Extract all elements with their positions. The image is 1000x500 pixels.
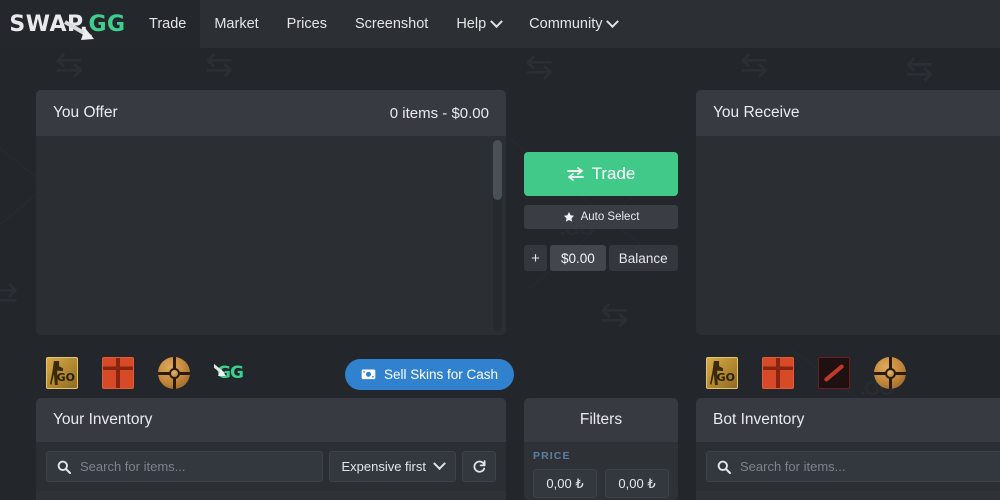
sell-skins-for-cash-button[interactable]: Sell Skins for Cash bbox=[345, 359, 515, 390]
nav-label: Market bbox=[214, 16, 259, 32]
nav-item-community[interactable]: Community bbox=[515, 0, 631, 48]
bot-inventory-items-strip[interactable] bbox=[696, 491, 1000, 500]
you-offer-panel: You Offer 0 items - $0.00 bbox=[36, 90, 506, 335]
chevron-down-icon bbox=[433, 457, 446, 471]
trade-button[interactable]: Trade bbox=[524, 152, 678, 196]
nav-label: Community bbox=[529, 16, 603, 32]
trade-action-column: Trade Auto Select + $0.00 Balance bbox=[524, 152, 678, 271]
nav-item-market[interactable]: Market bbox=[200, 0, 272, 48]
trade-button-label: Trade bbox=[591, 164, 636, 183]
balance-label[interactable]: Balance bbox=[608, 245, 678, 271]
money-icon bbox=[361, 369, 376, 380]
watermark-arrow-icon: ⇆ bbox=[55, 48, 84, 85]
your-inventory-panel: Your Inventory Expensive first bbox=[36, 398, 506, 500]
sort-value: Expensive first bbox=[341, 459, 426, 474]
bot-inventory-header: Bot Inventory bbox=[696, 398, 1000, 442]
ball-center-icon bbox=[884, 367, 896, 379]
balance-amount[interactable]: $0.00 bbox=[550, 245, 606, 271]
ball-center-icon bbox=[168, 367, 180, 379]
add-balance-button[interactable]: + bbox=[524, 245, 547, 271]
watermark-arrow-icon: ⇆ bbox=[905, 49, 934, 89]
magic-wand-icon bbox=[563, 212, 574, 222]
nav-label: Trade bbox=[149, 16, 187, 32]
you-receive-title: You Receive bbox=[713, 104, 800, 121]
your-inventory-title: Your Inventory bbox=[53, 411, 153, 428]
bot-inventory-title: Bot Inventory bbox=[713, 411, 805, 428]
search-icon bbox=[717, 460, 731, 474]
you-offer-items-area[interactable] bbox=[36, 136, 506, 335]
your-inventory-items-strip[interactable] bbox=[36, 491, 506, 500]
nav-label: Help bbox=[456, 16, 487, 32]
you-offer-header: You Offer 0 items - $0.00 bbox=[36, 90, 506, 136]
you-receive-items-area[interactable] bbox=[696, 136, 1000, 335]
your-inventory-toolbar: Expensive first bbox=[36, 442, 506, 491]
search-icon bbox=[57, 460, 71, 474]
bot-inventory-search-input[interactable] bbox=[740, 459, 1000, 474]
auto-select-button[interactable]: Auto Select bbox=[524, 205, 678, 229]
nav-item-prices[interactable]: Prices bbox=[273, 0, 341, 48]
filters-panel: Filters PRICE 0,00 ₺ 0,00 ₺ bbox=[524, 398, 678, 500]
nav-items: Trade Market Prices Screenshot Help Comm… bbox=[135, 0, 631, 48]
bot-inventory-toolbar bbox=[696, 442, 1000, 491]
game-tab-label: GO bbox=[56, 371, 75, 384]
site-logo[interactable]: SWAP. GG bbox=[0, 0, 135, 48]
watermark-arrow-icon: ⇆ bbox=[740, 48, 769, 85]
chevron-down-icon bbox=[606, 14, 620, 28]
game-tab-swapgg[interactable]: GG bbox=[214, 357, 246, 389]
chevron-down-icon bbox=[490, 14, 504, 28]
your-inventory-search-input[interactable] bbox=[80, 459, 313, 474]
nav-label: Screenshot bbox=[354, 16, 429, 32]
swap-arrow-icon bbox=[64, 19, 95, 40]
price-filter-row: 0,00 ₺ 0,00 ₺ bbox=[533, 469, 669, 498]
your-inventory-header: Your Inventory bbox=[36, 398, 506, 442]
you-offer-title: You Offer bbox=[53, 104, 118, 121]
price-filter-label: PRICE bbox=[533, 450, 571, 462]
game-tab-label: GO bbox=[716, 371, 735, 384]
you-offer-summary: 0 items - $0.00 bbox=[389, 104, 489, 122]
dota-slash-icon bbox=[823, 363, 845, 383]
game-tab-ball[interactable] bbox=[874, 357, 906, 389]
sell-skins-label: Sell Skins for Cash bbox=[384, 367, 499, 382]
swap-arrows-icon bbox=[566, 167, 584, 181]
scrollbar-thumb[interactable] bbox=[493, 140, 502, 200]
nav-item-help[interactable]: Help bbox=[442, 0, 515, 48]
rust-mark-icon bbox=[103, 358, 133, 388]
your-inventory-sort-select[interactable]: Expensive first bbox=[329, 451, 456, 482]
nav-item-trade[interactable]: Trade bbox=[135, 0, 201, 48]
watermark-arrow-icon: ⇆ bbox=[600, 295, 629, 335]
swap-arrow-icon bbox=[214, 363, 226, 376]
game-tab-rust[interactable] bbox=[762, 357, 794, 389]
watermark-arrow-icon: ⇄ bbox=[0, 275, 19, 315]
price-min-input[interactable]: 0,00 ₺ bbox=[533, 469, 597, 498]
filters-title: Filters bbox=[579, 411, 623, 428]
your-inventory-search-box[interactable] bbox=[46, 451, 324, 482]
bot-inventory-search-box[interactable] bbox=[706, 451, 1000, 482]
price-max-input[interactable]: 0,00 ₺ bbox=[605, 469, 669, 498]
watermark-arrow-icon: ⇆ bbox=[205, 48, 234, 85]
your-inventory-refresh-button[interactable] bbox=[462, 451, 496, 482]
you-receive-panel: You Receive bbox=[696, 90, 1000, 335]
game-tab-ball[interactable] bbox=[158, 357, 190, 389]
you-receive-header: You Receive bbox=[696, 90, 1000, 136]
top-navbar: SWAP. GG Trade Market Prices Screenshot bbox=[0, 0, 1000, 48]
game-tab-csgo[interactable]: GO bbox=[706, 357, 738, 389]
game-tab-csgo[interactable]: GO bbox=[46, 357, 78, 389]
app-root: ⇆ ⇆ ⇆ ⇆ ⇆ ⇄ ⇆ ⇆ .GG .GG .GG SWAP. GG bbox=[0, 0, 1000, 500]
refresh-icon bbox=[473, 460, 485, 473]
watermark-arrow-icon: ⇆ bbox=[525, 48, 554, 87]
nav-item-screenshot[interactable]: Screenshot bbox=[341, 0, 442, 48]
bot-inventory-panel: Bot Inventory bbox=[696, 398, 1000, 500]
filters-header: Filters bbox=[524, 398, 678, 442]
filters-body: PRICE 0,00 ₺ 0,00 ₺ bbox=[524, 442, 678, 498]
rust-mark-icon bbox=[763, 358, 793, 388]
balance-row: + $0.00 Balance bbox=[524, 245, 678, 271]
you-offer-scrollbar[interactable] bbox=[493, 140, 502, 331]
bot-inventory-game-tabs: GO bbox=[706, 357, 1000, 389]
game-tab-dota[interactable] bbox=[818, 357, 850, 389]
game-tab-rust[interactable] bbox=[102, 357, 134, 389]
nav-label: Prices bbox=[286, 16, 327, 32]
auto-select-label: Auto Select bbox=[580, 211, 640, 223]
